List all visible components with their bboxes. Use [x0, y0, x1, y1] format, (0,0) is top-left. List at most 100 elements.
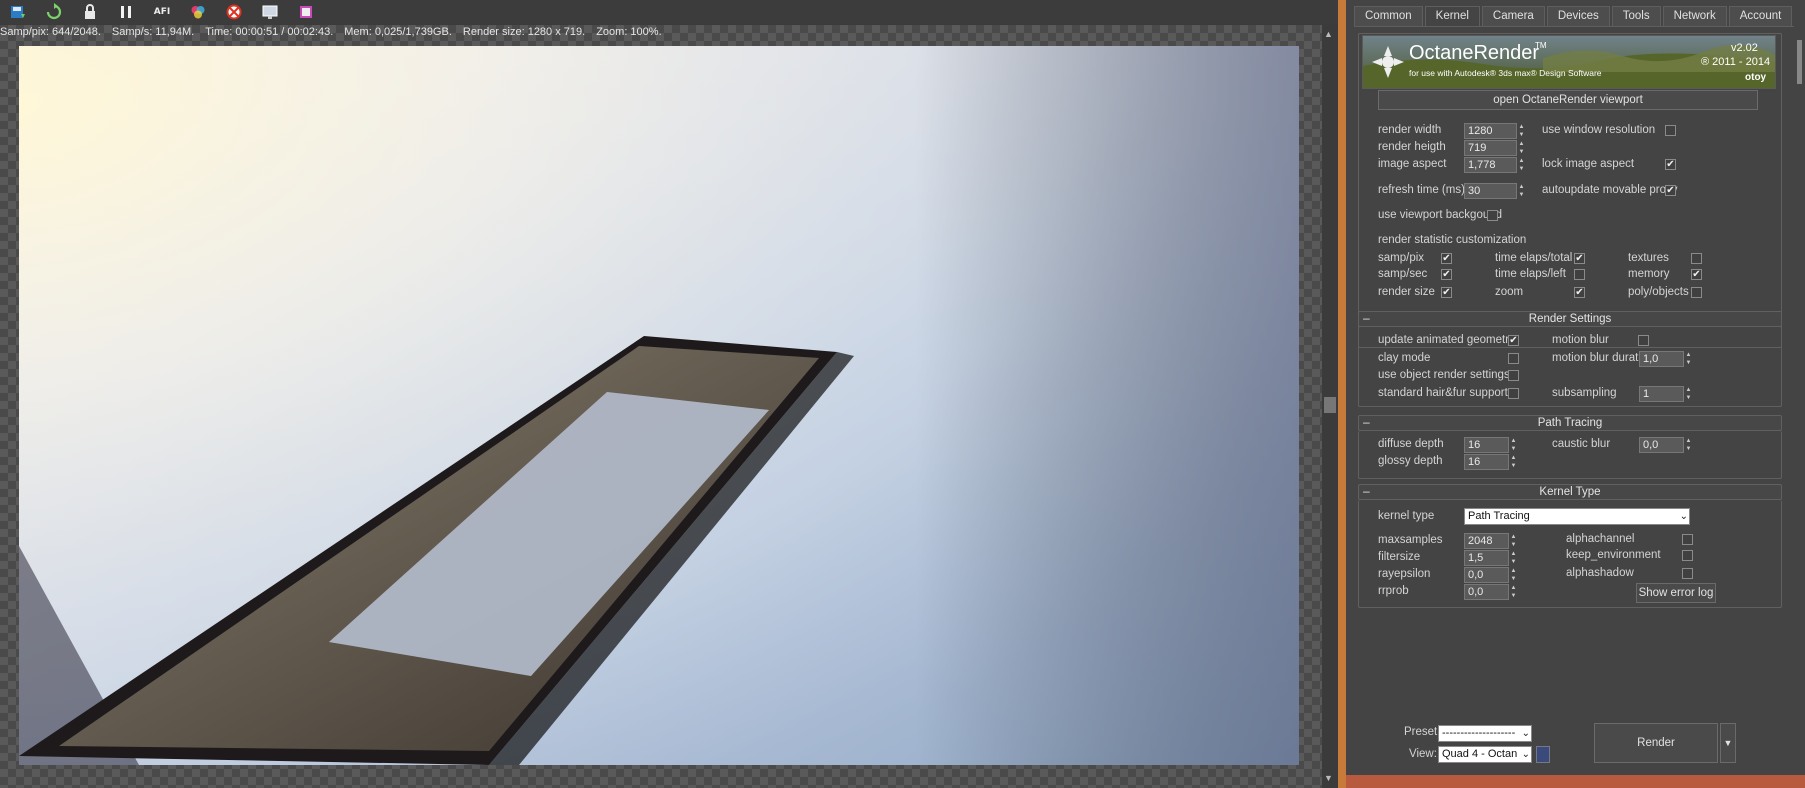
kernel-type-dropdown[interactable]: Path Tracing ⌄	[1464, 508, 1690, 525]
rayepsilon-value[interactable]: 0,0	[1464, 567, 1509, 583]
stat-zoom-checkbox[interactable]: ✔	[1574, 287, 1585, 298]
tab-camera[interactable]: Camera	[1481, 6, 1545, 26]
chevron-down-icon[interactable]: ⌄	[1522, 726, 1530, 741]
path-tracing-header[interactable]: – Path Tracing	[1358, 415, 1782, 431]
diffuse-depth-value[interactable]: 16	[1464, 437, 1509, 453]
afi-icon[interactable]: AFI	[144, 0, 180, 24]
kernel-type-header[interactable]: – Kernel Type	[1358, 484, 1782, 500]
render-options-arrow[interactable]: ▼	[1720, 723, 1736, 763]
keep-environment-checkbox[interactable]	[1682, 550, 1693, 561]
caustic-blur-value[interactable]: 0,0	[1639, 437, 1684, 453]
preset-dropdown[interactable]: -------------------- ⌄	[1438, 725, 1532, 742]
film-icon[interactable]	[288, 0, 324, 24]
lock-view-icon[interactable]	[1536, 746, 1550, 763]
save-icon[interactable]	[0, 0, 36, 24]
panel-scrollbar-thumb[interactable]	[1797, 40, 1802, 84]
glossy-depth-spinner[interactable]: 16 ▲ ▼	[1464, 454, 1518, 470]
stat-samp-sec-checkbox[interactable]: ✔	[1441, 269, 1452, 280]
stat-memory-checkbox[interactable]: ✔	[1691, 269, 1702, 280]
tab-network[interactable]: Network	[1662, 6, 1727, 26]
spinner-arrows[interactable]: ▲ ▼	[1684, 437, 1693, 453]
stat-textures-checkbox[interactable]	[1691, 253, 1702, 264]
spinner-arrows[interactable]: ▲ ▼	[1684, 386, 1693, 402]
alphachannel-checkbox[interactable]	[1682, 534, 1693, 545]
tab-account[interactable]: Account	[1728, 6, 1793, 26]
chevron-down-icon[interactable]: ⌄	[1522, 747, 1530, 762]
clay-mode-checkbox[interactable]	[1508, 353, 1519, 364]
tab-kernel[interactable]: Kernel	[1424, 6, 1480, 26]
subsampling-value[interactable]: 1	[1639, 386, 1684, 402]
caustic-blur-spinner[interactable]: 0,0 ▲ ▼	[1639, 437, 1693, 453]
alphachannel-label: alphachannel	[1566, 533, 1635, 545]
tab-tools[interactable]: Tools	[1611, 6, 1661, 26]
collapse-icon[interactable]: –	[1363, 415, 1370, 429]
render-width-value[interactable]: 1280	[1464, 123, 1517, 139]
stat-render-size-checkbox[interactable]: ✔	[1441, 287, 1452, 298]
maxsamples-spinner[interactable]: 2048 ▲ ▼	[1464, 533, 1518, 549]
scroll-down-arrow[interactable]: ▼	[1324, 773, 1333, 783]
color-wheel-icon[interactable]	[180, 0, 216, 24]
scroll-up-arrow[interactable]: ▲	[1324, 29, 1333, 39]
image-aspect-value[interactable]: 1,778	[1464, 157, 1517, 173]
alphashadow-checkbox[interactable]	[1682, 568, 1693, 579]
pause-icon[interactable]	[108, 0, 144, 24]
spinner-arrows[interactable]: ▲ ▼	[1517, 123, 1526, 139]
diffuse-depth-spinner[interactable]: 16 ▲ ▼	[1464, 437, 1518, 453]
glossy-depth-value[interactable]: 16	[1464, 454, 1509, 470]
render-height-spinner[interactable]: 719 ▲ ▼	[1464, 140, 1526, 156]
spinner-arrows[interactable]: ▲ ▼	[1509, 437, 1518, 453]
vertical-scrollbar[interactable]: ▲ ▼	[1322, 25, 1338, 788]
region-icon[interactable]	[216, 0, 252, 24]
refresh-time-spinner[interactable]: 30 ▲ ▼	[1464, 183, 1526, 199]
subsampling-spinner[interactable]: 1 ▲ ▼	[1639, 386, 1693, 402]
panel-scrollbar[interactable]	[1794, 26, 1805, 718]
motion-blur-duration-spinner[interactable]: 1,0 ▲ ▼	[1639, 351, 1693, 367]
motion-blur-checkbox[interactable]	[1638, 335, 1649, 346]
lock-image-aspect-checkbox[interactable]: ✔	[1665, 159, 1676, 170]
filtersize-value[interactable]: 1,5	[1464, 550, 1509, 566]
hair-fur-checkbox[interactable]	[1508, 388, 1519, 399]
render-button[interactable]: Render	[1594, 723, 1718, 763]
filtersize-spinner[interactable]: 1,5 ▲ ▼	[1464, 550, 1518, 566]
rayepsilon-spinner[interactable]: 0,0 ▲ ▼	[1464, 567, 1518, 583]
render-width-spinner[interactable]: 1280 ▲ ▼	[1464, 123, 1526, 139]
rrprob-value[interactable]: 0,0	[1464, 584, 1509, 600]
lock-icon[interactable]	[72, 0, 108, 24]
render-height-value[interactable]: 719	[1464, 140, 1517, 156]
open-viewport-button[interactable]: open OctaneRender viewport	[1378, 90, 1758, 110]
spinner-arrows[interactable]: ▲ ▼	[1517, 140, 1526, 156]
motion-blur-duration-value[interactable]: 1,0	[1639, 351, 1684, 367]
image-aspect-spinner[interactable]: 1,778 ▲ ▼	[1464, 157, 1526, 173]
tab-devices[interactable]: Devices	[1546, 6, 1610, 26]
spinner-arrows[interactable]: ▲ ▼	[1684, 351, 1693, 367]
spinner-arrows[interactable]: ▲ ▼	[1517, 157, 1526, 173]
show-error-log-button[interactable]: Show error log	[1636, 583, 1716, 603]
spinner-arrows[interactable]: ▲ ▼	[1509, 550, 1518, 566]
stat-poly-objects-checkbox[interactable]	[1691, 287, 1702, 298]
tab-common[interactable]: Common	[1354, 6, 1423, 26]
stat-time-left-checkbox[interactable]	[1574, 269, 1585, 280]
autoupdate-proxy-checkbox[interactable]: ✔	[1665, 185, 1676, 196]
spinner-arrows[interactable]: ▲ ▼	[1509, 454, 1518, 470]
display-icon[interactable]	[252, 0, 288, 24]
spinner-arrows[interactable]: ▲ ▼	[1509, 533, 1518, 549]
maxsamples-value[interactable]: 2048	[1464, 533, 1509, 549]
refresh-time-value[interactable]: 30	[1464, 183, 1517, 199]
scrollbar-thumb[interactable]	[1324, 397, 1336, 413]
view-dropdown[interactable]: Quad 4 - Octan ⌄	[1438, 746, 1532, 763]
rrprob-spinner[interactable]: 0,0 ▲ ▼	[1464, 584, 1518, 600]
refresh-icon[interactable]	[36, 0, 72, 24]
stat-time-total-checkbox[interactable]: ✔	[1574, 253, 1585, 264]
collapse-icon[interactable]: –	[1363, 484, 1370, 498]
chevron-down-icon[interactable]: ⌄	[1680, 509, 1688, 524]
spinner-arrows[interactable]: ▲ ▼	[1509, 584, 1518, 600]
stat-samp-pix-checkbox[interactable]: ✔	[1441, 253, 1452, 264]
render-settings-header[interactable]: – Render Settings	[1358, 311, 1782, 327]
update-anim-checkbox[interactable]: ✔	[1508, 335, 1519, 346]
collapse-icon[interactable]: –	[1363, 311, 1370, 325]
use-window-resolution-checkbox[interactable]	[1665, 125, 1676, 136]
use-obj-settings-checkbox[interactable]	[1508, 370, 1519, 381]
spinner-arrows[interactable]: ▲ ▼	[1517, 183, 1526, 199]
use-viewport-bg-checkbox[interactable]	[1487, 210, 1498, 221]
spinner-arrows[interactable]: ▲ ▼	[1509, 567, 1518, 583]
